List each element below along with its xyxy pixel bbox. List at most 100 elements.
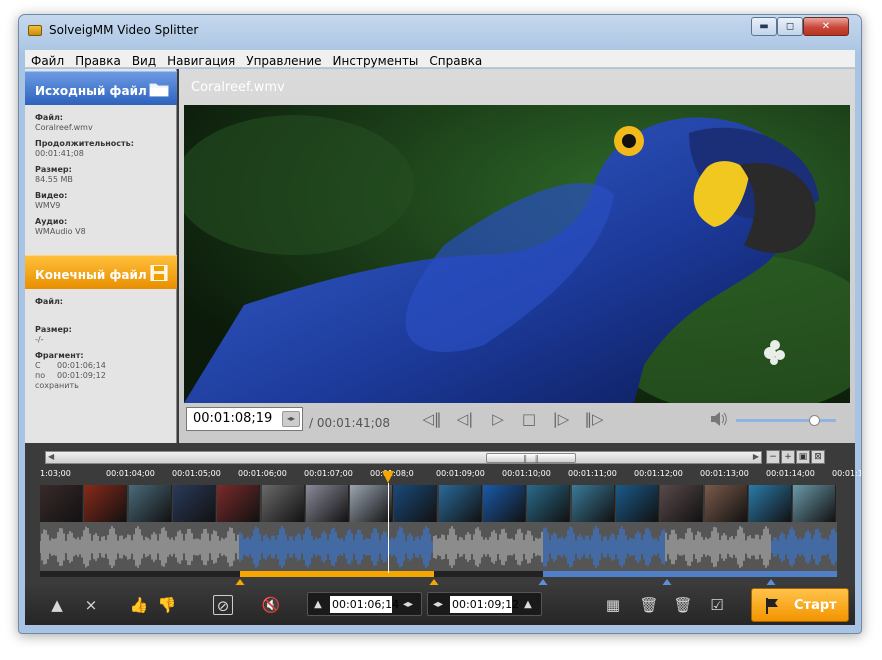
video-thumbnail bbox=[84, 485, 128, 522]
save-icon[interactable] bbox=[149, 265, 169, 281]
source-file-label: Файл: bbox=[35, 113, 63, 122]
target-header-label: Конечный файл bbox=[35, 268, 147, 282]
zoom-all-icon[interactable]: ⊠ bbox=[811, 450, 825, 464]
trash-segment-icon[interactable]: 🗑 bbox=[639, 595, 659, 615]
stop-icon[interactable]: □ bbox=[519, 411, 539, 427]
play-icon[interactable]: ▷ bbox=[488, 411, 508, 427]
save-link[interactable]: сохранить bbox=[35, 381, 106, 391]
audio-waveform[interactable] bbox=[39, 522, 837, 572]
from-spin-icon[interactable]: ◂▸ bbox=[400, 597, 416, 613]
close-button[interactable]: ✕ bbox=[803, 17, 849, 36]
go-start-icon[interactable]: ▲ bbox=[310, 597, 326, 613]
to-timecode-box[interactable]: ◂▸ 00:01:09;12 ▲ bbox=[427, 592, 542, 616]
start-button[interactable]: Старт bbox=[751, 588, 849, 622]
video-thumbnail bbox=[483, 485, 526, 522]
from-timecode-field[interactable]: 00:01:06;14 bbox=[330, 596, 399, 613]
menu-help[interactable]: Справка bbox=[423, 53, 487, 68]
ruler-tick-label: 00:01:15; bbox=[832, 469, 861, 478]
next-segment-icon[interactable]: ‖▷ bbox=[584, 411, 604, 427]
ruler-tick-label: 00:01:11;00 bbox=[568, 469, 617, 478]
volume-slider[interactable] bbox=[736, 415, 836, 426]
timeline-scrollbar[interactable]: ◀ ‖ ‖ ▶ bbox=[45, 451, 762, 464]
video-thumbnail bbox=[217, 485, 261, 522]
target-file-header[interactable]: Конечный файл bbox=[25, 255, 177, 289]
timeline-ruler[interactable]: 1:03;00 00:01:04;00 00:01:05;00 00:01:06;00… bbox=[40, 469, 861, 485]
source-size-value: 84.55 MB bbox=[35, 175, 73, 184]
zoom-in-icon[interactable]: + bbox=[781, 450, 795, 464]
video-thumbnail bbox=[40, 485, 83, 522]
prev-segment-icon[interactable]: ◁‖ bbox=[422, 411, 442, 427]
segment-bar[interactable] bbox=[40, 571, 837, 577]
selected-segment[interactable] bbox=[240, 571, 434, 577]
video-thumbnail bbox=[704, 485, 748, 522]
video-thumbnail bbox=[394, 485, 438, 522]
playhead[interactable] bbox=[382, 471, 394, 483]
ruler-tick-label: 00:01:04;00 bbox=[106, 469, 155, 478]
from-timecode-box[interactable]: ▲ 00:01:06;14 ◂▸ bbox=[307, 592, 422, 616]
scroll-right-icon[interactable]: ▶ bbox=[753, 452, 759, 461]
thumbs-down-icon[interactable]: 👎 bbox=[157, 595, 177, 615]
menu-view[interactable]: Вид bbox=[126, 53, 161, 68]
fragment-from-value: 00:01:06;14 bbox=[57, 361, 106, 370]
add-marker-icon[interactable]: ▲ bbox=[47, 595, 67, 615]
zoom-fit-icon[interactable]: ▣ bbox=[796, 450, 810, 464]
parrot-image bbox=[184, 105, 850, 403]
next-frame-icon[interactable]: |▷ bbox=[551, 411, 571, 427]
video-thumbnail bbox=[172, 485, 216, 522]
ruler-tick-label: 00:01:09;00 bbox=[436, 469, 485, 478]
fragment-to-value: 00:01:09;12 bbox=[57, 371, 106, 380]
time-spinner-icon[interactable]: ◂▸ bbox=[282, 411, 300, 427]
film-icon[interactable]: ▦ bbox=[603, 595, 623, 615]
ruler-tick-label: 00:01:07;00 bbox=[304, 469, 353, 478]
fragment-label: Фрагмент: bbox=[35, 351, 84, 360]
ruler-tick-label: 00:01:10;00 bbox=[502, 469, 551, 478]
menu-edit[interactable]: Правка bbox=[69, 53, 126, 68]
volume-knob[interactable] bbox=[809, 415, 820, 426]
video-thumbnail bbox=[128, 485, 172, 522]
video-frame[interactable] bbox=[184, 105, 850, 403]
zoom-out-icon[interactable]: − bbox=[766, 450, 780, 464]
maximize-button[interactable]: ◻ bbox=[777, 17, 803, 36]
invert-selection-icon[interactable]: ⊘ bbox=[213, 595, 233, 615]
to-timecode-field[interactable]: 00:01:09;12 bbox=[450, 596, 519, 613]
go-end-icon[interactable]: ▲ bbox=[520, 597, 536, 613]
fragment-to-label: по bbox=[35, 371, 46, 380]
timeline-panel: ◀ ‖ ‖ ▶ − + ▣ ⊠ 1:03;00 00:01:04;00 00:01:… bbox=[25, 443, 861, 587]
volume-icon[interactable] bbox=[709, 411, 727, 427]
folder-icon[interactable] bbox=[149, 81, 169, 97]
remove-marker-icon[interactable]: ⨯ bbox=[81, 595, 101, 615]
mute-icon[interactable]: 🔇 bbox=[261, 595, 281, 615]
video-thumbnail bbox=[261, 485, 305, 522]
source-size-label: Размер: bbox=[35, 165, 72, 174]
scroll-left-icon[interactable]: ◀ bbox=[48, 452, 54, 461]
minimize-button[interactable]: ▬ bbox=[751, 17, 777, 36]
menu-file[interactable]: Файл bbox=[25, 53, 69, 68]
video-thumbnail bbox=[793, 485, 837, 522]
blue-segment[interactable] bbox=[543, 571, 837, 577]
batch-icon[interactable]: ☑ bbox=[707, 595, 727, 615]
video-thumbnail bbox=[571, 485, 615, 522]
prev-frame-icon[interactable]: ◁| bbox=[455, 411, 475, 427]
thumbs-up-icon[interactable]: 👍 bbox=[129, 595, 149, 615]
window-title: SolveigMM Video Splitter bbox=[49, 23, 199, 37]
menu-tools[interactable]: Инструменты bbox=[327, 53, 424, 68]
app-window: SolveigMM Video Splitter ▬ ◻ ✕ Файл Правк… bbox=[18, 14, 862, 634]
target-info: Файл: Размер: -/- Фрагмент: С 00:01:06;14… bbox=[35, 297, 106, 391]
current-time-value: 00:01:08;19 bbox=[193, 411, 273, 426]
title-bar[interactable]: SolveigMM Video Splitter ▬ ◻ ✕ bbox=[19, 15, 861, 45]
scroll-thumb[interactable]: ‖ ‖ bbox=[486, 453, 576, 463]
to-spin-icon[interactable]: ◂▸ bbox=[430, 597, 446, 613]
source-video-value: WMV9 bbox=[35, 201, 61, 210]
current-time-field[interactable]: 00:01:08;19 ◂▸ bbox=[186, 407, 303, 431]
menu-navigation[interactable]: Навигация bbox=[161, 53, 240, 68]
thumbnail-strip[interactable] bbox=[40, 485, 837, 522]
menu-control[interactable]: Управление bbox=[240, 53, 326, 68]
fragment-from-label: С bbox=[35, 361, 41, 370]
source-file-header[interactable]: Исходный файл bbox=[25, 71, 177, 105]
preview-filename: Coralreef.wmv bbox=[191, 80, 285, 95]
source-header-label: Исходный файл bbox=[35, 84, 147, 98]
trash-all-icon[interactable]: 🗑 bbox=[673, 595, 693, 615]
bottom-toolbar: ▲ ⨯ 👍 👎 ⊘ 🔇 ▲ 00:01:06;14 ◂▸ ◂▸ 00:01:09… bbox=[25, 585, 855, 625]
source-duration-label: Продолжительность: bbox=[35, 139, 134, 148]
ruler-tick-label: 00:01:06;00 bbox=[238, 469, 287, 478]
